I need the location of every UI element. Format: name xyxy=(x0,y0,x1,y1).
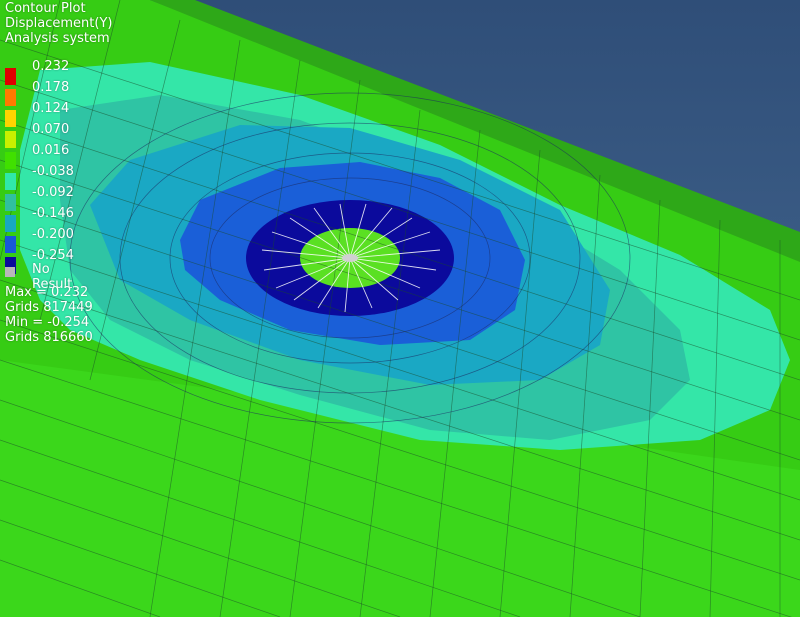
legend-value-label: 0.070 xyxy=(32,122,70,137)
legend-value-label: 0.232 xyxy=(32,59,70,74)
legend-swatch xyxy=(5,131,16,148)
legend-swatch xyxy=(5,236,16,253)
legend-swatch xyxy=(5,173,16,190)
plot-type-label: Contour Plot xyxy=(5,1,86,16)
legend-value-label: -0.092 xyxy=(32,185,74,200)
min-grid-label: Grids 816660 xyxy=(5,330,93,345)
system-label: Analysis system xyxy=(5,31,110,46)
legend-swatch xyxy=(5,110,16,127)
legend-swatch xyxy=(5,68,16,85)
legend-value-label: 0.016 xyxy=(32,143,70,158)
legend-swatch xyxy=(5,215,16,232)
stats-block: Max = 0.232 Grids 817449 Min = -0.254 Gr… xyxy=(5,285,93,345)
legend-swatch xyxy=(5,152,16,169)
legend-value-label: -0.038 xyxy=(32,164,74,179)
no-result-swatch xyxy=(5,267,15,277)
legend-value-label: 0.124 xyxy=(32,101,70,116)
result-type-label: Displacement(Y) xyxy=(5,16,113,31)
max-grid-label: Grids 817449 xyxy=(5,300,93,315)
legend-value-label: -0.200 xyxy=(32,227,74,242)
legend-value-label: -0.254 xyxy=(32,248,74,263)
legend-swatch xyxy=(5,89,16,106)
max-value-label: Max = 0.232 xyxy=(5,285,89,300)
legend-swatch xyxy=(5,194,16,211)
bolt-hole-center xyxy=(342,254,358,262)
plot-title-block: Contour Plot Displacement(Y) Analysis sy… xyxy=(5,1,112,46)
legend-value-label: -0.146 xyxy=(32,206,74,221)
legend-value-label: 0.178 xyxy=(32,80,70,95)
min-value-label: Min = -0.254 xyxy=(5,315,90,330)
